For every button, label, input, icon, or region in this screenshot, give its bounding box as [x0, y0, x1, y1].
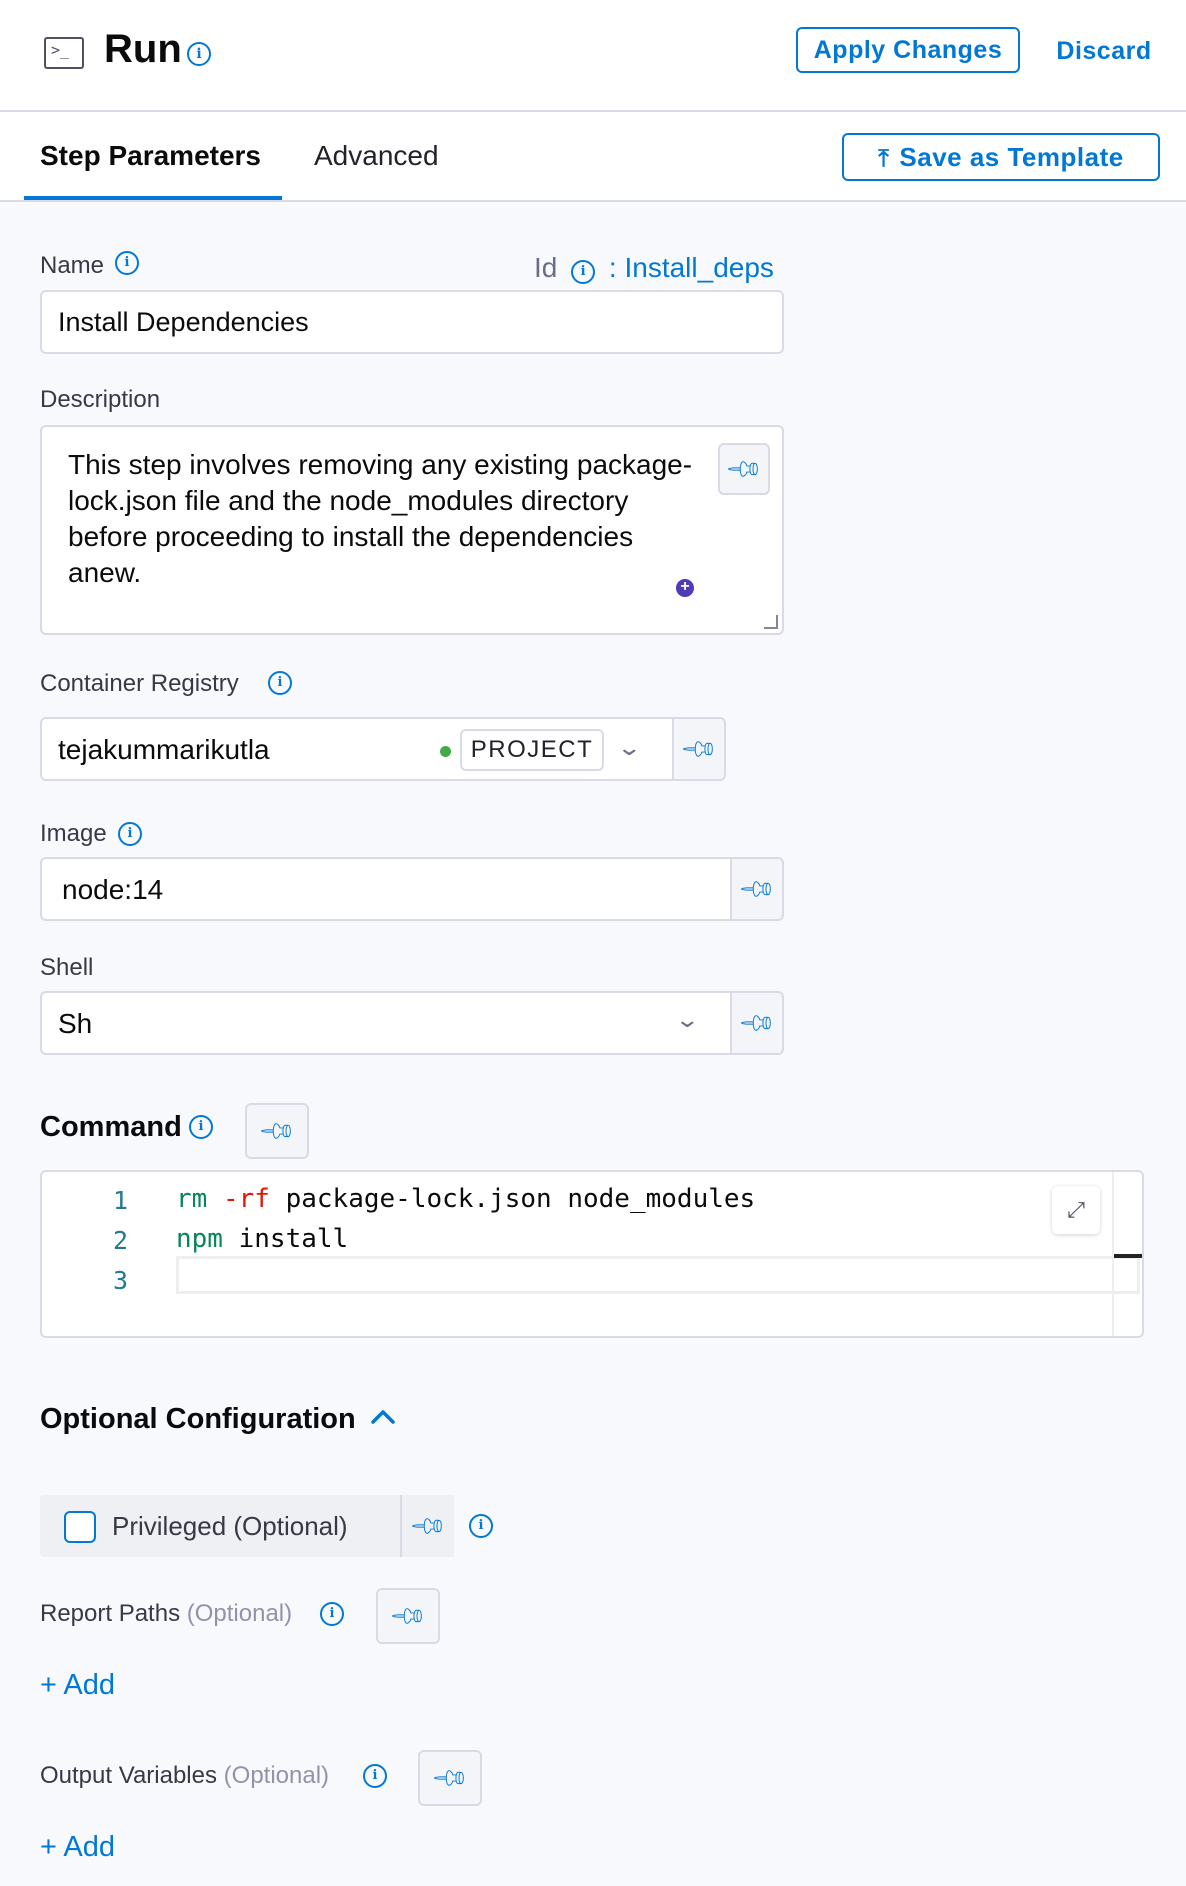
expand-editor-button[interactable]: ⤢: [1052, 1186, 1100, 1234]
connector-status-dot: [440, 746, 451, 757]
pin-icon: 📌︎: [736, 868, 778, 910]
privileged-checkbox-row: Privileged (Optional) 📌︎: [40, 1495, 454, 1557]
upload-icon: ⤒: [878, 145, 890, 172]
chevron-down-icon[interactable]: ⌄: [616, 735, 642, 761]
description-pin-button[interactable]: 📌︎: [718, 443, 770, 495]
pin-icon: 📌︎: [387, 1595, 429, 1637]
optional-configuration-heading[interactable]: Optional Configuration: [40, 1403, 356, 1436]
image-value: node:14: [62, 874, 164, 905]
active-tab-indicator: [24, 196, 282, 200]
description-label: Description: [40, 386, 161, 413]
code-line[interactable]: rm -rf package-lock.json node_modules: [176, 1184, 755, 1214]
expand-icon: ⤢: [1067, 1197, 1085, 1222]
overview-ruler-cursor: [1114, 1254, 1142, 1258]
save-as-template-button[interactable]: ⤒ Save as Template: [842, 133, 1160, 181]
image-label: Image: [40, 820, 107, 847]
chevron-down-icon: ⌄: [674, 1007, 701, 1032]
privileged-label[interactable]: Privileged (Optional): [112, 1511, 348, 1542]
add-circle-icon[interactable]: +: [676, 579, 694, 597]
container-registry-pin-button[interactable]: 📌︎: [672, 717, 726, 781]
command-info-icon[interactable]: i: [189, 1115, 213, 1139]
line-number: 3: [112, 1266, 128, 1295]
id-info-icon[interactable]: i: [571, 260, 596, 284]
pin-icon: 📌︎: [256, 1110, 298, 1152]
output-variables-pin-button[interactable]: 📌︎: [418, 1750, 482, 1806]
output-variables-info-icon[interactable]: i: [363, 1764, 387, 1788]
code-line[interactable]: npm install: [176, 1224, 348, 1254]
container-registry-label: Container Registry: [40, 670, 239, 697]
id-value[interactable]: : Install_deps: [609, 252, 774, 283]
report-paths-pin-button[interactable]: 📌︎: [376, 1588, 440, 1644]
report-paths-add-link[interactable]: + Add: [40, 1669, 115, 1702]
chevron-up-icon[interactable]: [370, 1404, 396, 1430]
description-textarea[interactable]: This step involves removing any existing…: [40, 425, 784, 635]
pin-icon: 📌︎: [407, 1505, 449, 1547]
privileged-info-icon[interactable]: i: [469, 1514, 493, 1538]
command-pin-button[interactable]: 📌︎: [245, 1103, 309, 1159]
resize-handle[interactable]: [764, 615, 778, 629]
shell-value: Sh: [58, 1008, 93, 1039]
step-header: >_ Run i Apply Changes Discard: [0, 0, 1186, 112]
tab-advanced[interactable]: Advanced: [314, 140, 439, 172]
step-id: Id i : Install_deps: [534, 252, 774, 284]
report-paths-info-icon[interactable]: i: [320, 1602, 344, 1626]
privileged-pin-button[interactable]: 📌︎: [402, 1495, 454, 1557]
tab-bar: Step Parameters Advanced ⤒ Save as Templa…: [0, 112, 1186, 202]
container-registry-info-icon[interactable]: i: [268, 671, 292, 695]
output-variables-add-link[interactable]: + Add: [40, 1831, 115, 1864]
report-paths-label: Report Paths (Optional): [40, 1600, 293, 1627]
save-as-template-label: Save as Template: [899, 142, 1124, 172]
image-info-icon[interactable]: i: [118, 822, 142, 846]
shell-pin-button[interactable]: 📌︎: [730, 991, 784, 1055]
step-title: Run: [104, 27, 182, 71]
discard-button[interactable]: Discard: [1044, 33, 1164, 69]
name-value: Install Dependencies: [58, 307, 309, 337]
image-pin-button[interactable]: 📌︎: [730, 857, 784, 921]
description-value: This step involves removing any existing…: [68, 449, 693, 588]
name-info-icon[interactable]: i: [115, 251, 139, 275]
id-label: Id: [534, 252, 558, 283]
line-number: 1: [112, 1186, 128, 1215]
output-variables-label: Output Variables (Optional): [40, 1762, 330, 1789]
title-info-icon[interactable]: i: [187, 42, 211, 66]
pin-icon: 📌︎: [723, 448, 765, 490]
privileged-checkbox[interactable]: [64, 1511, 96, 1543]
apply-changes-button[interactable]: Apply Changes: [796, 27, 1020, 73]
container-registry-value: tejakummarikutla: [58, 734, 270, 765]
line-number: 2: [112, 1226, 128, 1255]
command-editor[interactable]: 1 2 3 rm -rf package-lock.json node_modu…: [40, 1170, 1144, 1338]
pin-icon: 📌︎: [678, 728, 720, 770]
current-line-highlight: [176, 1256, 1140, 1294]
name-input[interactable]: Install Dependencies: [40, 290, 784, 354]
terminal-icon: >_: [44, 37, 84, 69]
command-label: Command: [40, 1111, 182, 1143]
pin-icon: 📌︎: [429, 1757, 471, 1799]
shell-select[interactable]: Sh ⌄: [40, 991, 732, 1055]
scope-badge: PROJECT: [460, 729, 604, 771]
image-input[interactable]: node:14: [40, 857, 732, 921]
name-label: Name: [40, 252, 105, 279]
pin-icon: 📌︎: [736, 1002, 778, 1044]
shell-label: Shell: [40, 954, 94, 981]
tab-step-parameters[interactable]: Step Parameters: [40, 140, 261, 172]
